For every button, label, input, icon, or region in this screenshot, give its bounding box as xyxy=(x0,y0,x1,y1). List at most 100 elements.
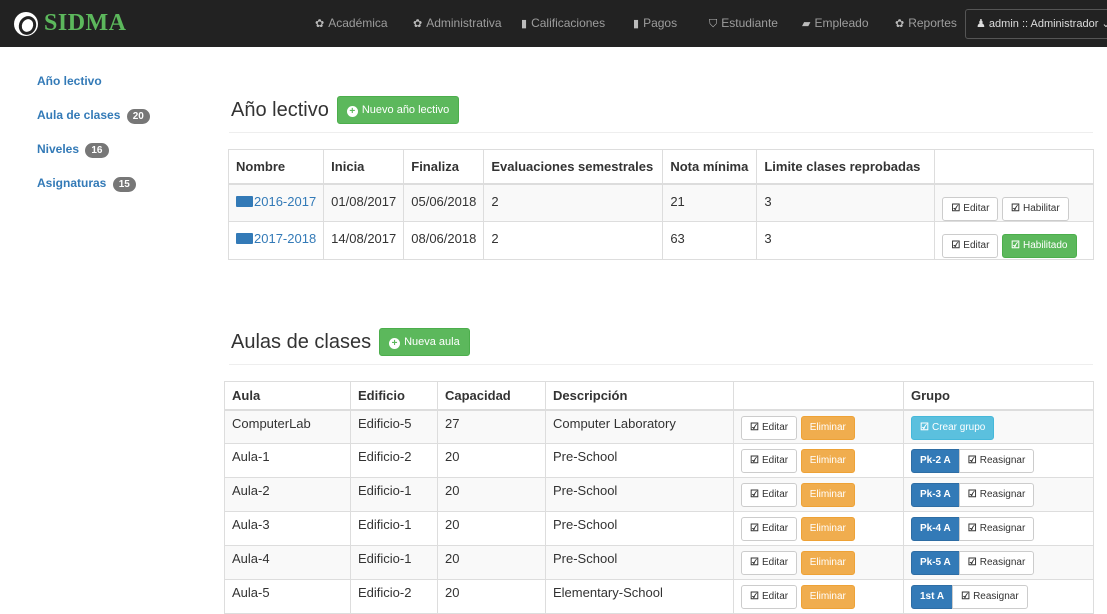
column-header xyxy=(733,381,904,411)
edit-button[interactable]: ☑ Editar xyxy=(741,415,798,440)
column-header: Edificio xyxy=(350,381,438,411)
column-header: Inicia xyxy=(323,149,405,185)
cell-descripcion: Pre-School xyxy=(545,511,734,546)
sidebar-item-ano-lectivo[interactable]: Año lectivo xyxy=(37,72,187,98)
reassign-button[interactable]: ☑ Reasignar xyxy=(958,449,1035,473)
group-badge-button[interactable]: Pk-3 A xyxy=(911,483,960,507)
group-button-group: 1st A ☑ Reasignar xyxy=(911,585,1028,609)
divider xyxy=(229,132,1093,133)
user-icon: ♟ xyxy=(976,18,989,30)
delete-button[interactable]: Eliminar xyxy=(800,551,855,575)
cell-descripcion: Pre-School xyxy=(545,545,734,580)
edit-button[interactable]: ☑ Editar xyxy=(741,483,798,507)
cell-evals: 2 xyxy=(483,183,664,222)
gear-icon: ✿ xyxy=(315,18,325,30)
edit-button[interactable]: ☑ Editar xyxy=(741,449,798,473)
edit-check-icon: ☑ xyxy=(750,523,759,534)
cell-min-grade: 21 xyxy=(662,183,758,222)
group-badge-button[interactable]: Pk-5 A xyxy=(911,551,960,575)
column-header: Limite clases reprobadas xyxy=(756,149,936,185)
edit-button[interactable]: ☑ Editar xyxy=(942,196,999,221)
edit-check-icon: ☑ xyxy=(750,455,759,466)
gear-icon: ✿ xyxy=(413,18,423,30)
edit-button[interactable]: ☑ Editar xyxy=(741,517,798,541)
new-room-button[interactable]: + Nueva aula xyxy=(379,328,470,356)
create-group-button[interactable]: ☑ Crear grupo xyxy=(911,415,995,440)
user-menu-button[interactable]: ♟ admin :: Administrador ⌄ xyxy=(965,9,1107,39)
count-badge: 15 xyxy=(112,177,136,192)
sidebar-item-aula-de-clases[interactable]: Aula de clases 20 xyxy=(37,106,187,132)
edit-button[interactable]: ☑ Editar xyxy=(942,234,999,258)
sidebar-item-niveles[interactable]: Niveles 16 xyxy=(37,140,187,166)
delete-button[interactable]: Eliminar xyxy=(800,517,855,541)
delete-button[interactable]: Eliminar xyxy=(800,483,855,507)
delete-button[interactable]: Eliminar xyxy=(800,585,855,609)
nav-item-reportes[interactable]: ✿ Reportes xyxy=(895,0,957,47)
reassign-button[interactable]: ☑ Reasignar xyxy=(958,517,1035,541)
group-button-group: Pk-4 A ☑ Reasignar xyxy=(911,517,1035,541)
cell-limit: 3 xyxy=(756,221,936,260)
divider xyxy=(229,364,1093,365)
year-link[interactable]: 2016-2017 xyxy=(236,194,316,209)
year-link[interactable]: 2017-2018 xyxy=(236,231,316,246)
table-row: Aula-1 Edificio-2 20 Pre-School ☑ Editar … xyxy=(224,443,1094,478)
file-icon: ▮ xyxy=(633,18,640,30)
edit-check-icon: ☑ xyxy=(1011,240,1021,251)
delete-button[interactable]: Eliminar xyxy=(800,415,855,440)
cell-evals: 2 xyxy=(483,221,664,260)
reassign-button[interactable]: ☑ Reasignar xyxy=(952,585,1028,609)
count-badge: 20 xyxy=(126,109,150,124)
edit-check-icon: ☑ xyxy=(967,455,977,466)
table-header-row: Nombre Inicia Finaliza Evaluaciones seme… xyxy=(227,149,1094,185)
cell-edificio: Edificio-1 xyxy=(350,477,438,512)
group-badge-button[interactable]: Pk-4 A xyxy=(911,517,960,541)
table-row: 2016-2017 01/08/2017 05/06/2018 2 21 3 ☑… xyxy=(227,183,1094,222)
reassign-button[interactable]: ☑ Reasignar xyxy=(958,483,1035,507)
reassign-button[interactable]: ☑ Reasignar xyxy=(958,551,1035,575)
edit-check-icon: ☑ xyxy=(967,557,977,568)
edit-check-icon: ☑ xyxy=(920,421,929,433)
group-button-group: Pk-3 A ☑ Reasignar xyxy=(911,483,1035,507)
cell-aula: Aula-4 xyxy=(224,545,351,580)
cell-edificio: Edificio-2 xyxy=(350,579,438,614)
nav-item-calificaciones[interactable]: ▮ Calificaciones xyxy=(521,0,605,47)
enable-button[interactable]: ☑ Habilitar xyxy=(1002,196,1069,221)
cell-end: 08/06/2018 xyxy=(403,221,485,260)
edit-button[interactable]: ☑ Editar xyxy=(741,551,798,575)
column-header: Nota mínima xyxy=(662,149,758,185)
cell-edificio: Edificio-5 xyxy=(350,409,438,444)
sidebar-item-asignaturas[interactable]: Asignaturas 15 xyxy=(37,174,187,200)
table-row: Aula-2 Edificio-1 20 Pre-School ☑ Editar … xyxy=(224,477,1094,512)
cell-descripcion: Pre-School xyxy=(545,443,734,478)
edit-button[interactable]: ☑ Editar xyxy=(741,585,798,609)
edit-check-icon: ☑ xyxy=(750,557,759,568)
group-button-group: Pk-5 A ☑ Reasignar xyxy=(911,551,1035,575)
cell-capacidad: 20 xyxy=(437,579,546,614)
table-row: Aula-3 Edificio-1 20 Pre-School ☑ Editar … xyxy=(224,511,1094,546)
brand[interactable]: SIDMA xyxy=(14,10,127,37)
graduation-cap-icon: ⛉ xyxy=(709,18,718,30)
column-header: Nombre xyxy=(227,149,325,185)
nav-item-pagos[interactable]: ▮ Pagos xyxy=(633,0,677,47)
years-table: Nombre Inicia Finaliza Evaluaciones seme… xyxy=(227,149,1094,260)
plus-circle-icon: + xyxy=(346,106,358,117)
rooms-table: Aula Edificio Capacidad Descripción Grup… xyxy=(224,381,1094,614)
nav-item-administrativa[interactable]: ✿ Administrativa xyxy=(413,0,502,47)
nav-item-academica[interactable]: ✿ Académica xyxy=(315,0,388,47)
edit-check-icon: ☑ xyxy=(750,591,759,602)
cell-descripcion: Computer Laboratory xyxy=(545,409,734,444)
sidebar: Año lectivo Aula de clases 20 Niveles 16… xyxy=(37,72,187,208)
nav-item-empleado[interactable]: ▰ Empleado xyxy=(802,0,869,47)
cell-capacidad: 27 xyxy=(437,409,546,444)
nav-item-estudiante[interactable]: ⛉ Estudiante xyxy=(709,0,778,47)
section-header-aulas: Aulas de clases + Nueva aula xyxy=(231,328,470,356)
folder-open-icon: ▰ xyxy=(802,18,811,30)
delete-button[interactable]: Eliminar xyxy=(800,449,855,473)
file-icon: ▮ xyxy=(521,18,528,30)
enabled-button[interactable]: ☑ Habilitado xyxy=(1002,234,1077,258)
edit-check-icon: ☑ xyxy=(750,421,759,433)
group-badge-button[interactable]: 1st A xyxy=(911,585,954,609)
cell-start: 01/08/2017 xyxy=(323,183,405,222)
new-year-button[interactable]: + Nuevo año lectivo xyxy=(336,96,460,124)
group-badge-button[interactable]: Pk-2 A xyxy=(911,449,960,473)
